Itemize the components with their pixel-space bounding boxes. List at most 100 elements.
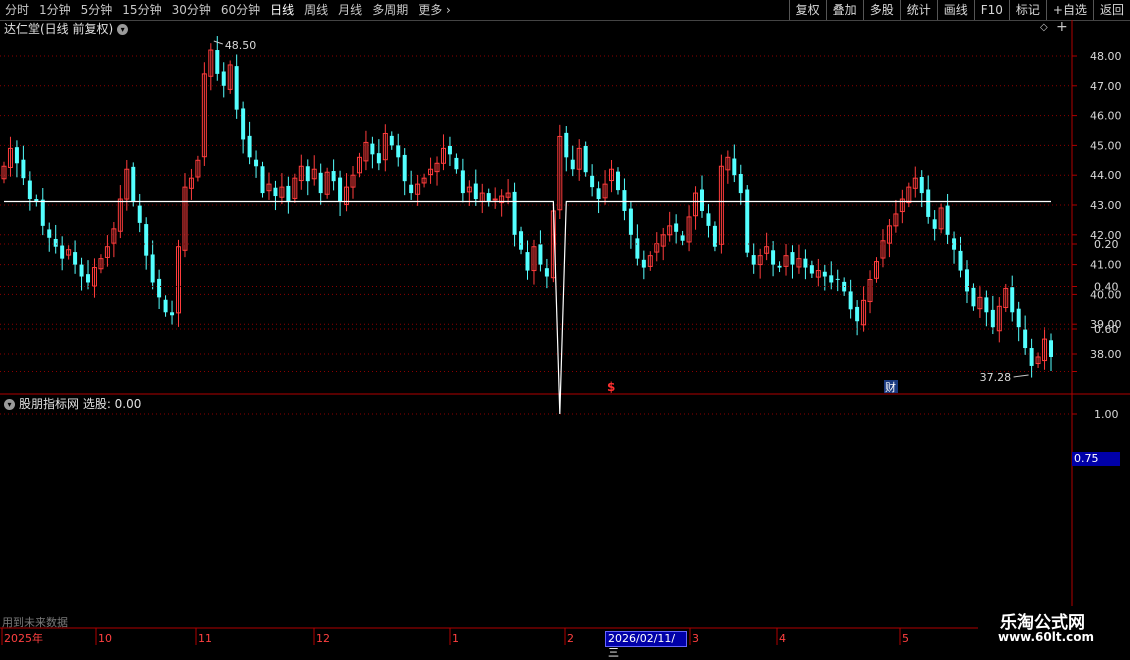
side-strip [1120, 22, 1130, 392]
x-tick-label: 1 [452, 632, 459, 645]
candle-body [234, 66, 239, 110]
candle-body [409, 184, 414, 194]
candle-body [150, 254, 155, 283]
diamond-icon[interactable]: ◇ [1040, 22, 1048, 33]
candle-body [137, 205, 142, 223]
candle-body [926, 189, 931, 217]
candle-body [47, 229, 52, 238]
x-tick-label: 5 [902, 632, 909, 645]
candle-body [486, 193, 491, 203]
main-chart-title: 达仁堂(日线 前复权) ▾ [4, 21, 129, 37]
x-tick-label: 4 [779, 632, 786, 645]
candle-body [473, 183, 478, 200]
watermark: 乐淘公式网 www.60lt.com [978, 606, 1130, 650]
candle-body [170, 312, 175, 316]
candle-body [771, 250, 776, 265]
candle-body [590, 175, 595, 188]
candle-body [241, 108, 246, 140]
candle-body [247, 135, 252, 158]
stock-title: 达仁堂(日线 前复权) [4, 22, 114, 36]
candle-body [492, 198, 498, 201]
low-arrow [1013, 374, 1029, 378]
chart-canvas[interactable]: 38.0039.0040.0041.0042.0043.0044.0045.00… [0, 0, 1130, 650]
candle-body [583, 145, 588, 173]
candle-body [596, 188, 601, 200]
candle-body [305, 166, 310, 182]
candle-body [990, 309, 995, 328]
candle-body [338, 177, 343, 203]
candle-body [157, 278, 162, 298]
main-y-tick-label: 44.00 [1090, 169, 1122, 182]
candle-body [286, 185, 291, 203]
candle-body [260, 166, 265, 194]
candle-body [971, 287, 976, 307]
candle-body [1016, 308, 1021, 328]
finance-marker: 财 [885, 380, 896, 394]
main-y-tick-label: 47.00 [1090, 80, 1122, 93]
watermark-url: www.60lt.com [998, 630, 1095, 644]
main-y-tick-label: 43.00 [1090, 199, 1122, 212]
plus-icon[interactable]: + [1056, 19, 1068, 35]
candle-body [706, 213, 711, 226]
candle-body [163, 299, 168, 313]
candle-body [641, 259, 646, 268]
candle-body [376, 153, 381, 164]
candle-body [538, 244, 543, 265]
candle-body [1010, 287, 1015, 313]
indicator-title: 股朋指标网 选股: 0.00 [19, 397, 142, 411]
candle-body [1023, 329, 1028, 349]
candle-body [221, 71, 226, 86]
candle-body [932, 219, 937, 229]
candle-body [370, 143, 375, 155]
future-data-note: 用到未来数据 [2, 616, 68, 629]
candle-body [835, 278, 840, 280]
main-y-tick-label: 41.00 [1090, 259, 1122, 272]
x-tick-label: 3 [692, 632, 699, 645]
candle-body [984, 297, 989, 313]
candle-body [1029, 348, 1034, 366]
sub-y-tick-label: 0.60 [1094, 323, 1119, 336]
chevron-down-icon[interactable]: ▾ [4, 399, 15, 410]
candle-body [86, 274, 91, 283]
low-label: 37.28 [980, 371, 1012, 384]
candle-body [958, 250, 963, 271]
candle-body [525, 252, 530, 271]
x-tick-label: 12 [316, 632, 330, 645]
candle-body [512, 191, 517, 235]
candle-body [460, 170, 465, 194]
candle-body [564, 132, 569, 158]
chevron-down-icon[interactable]: ▾ [117, 24, 129, 35]
candle-body [803, 258, 808, 268]
candle-body [60, 245, 65, 259]
candle-body [700, 189, 704, 211]
candle-body [14, 147, 19, 164]
candle-body [777, 265, 782, 268]
candle-body [73, 252, 78, 265]
candle-body [919, 176, 924, 194]
sub-chart-title: ▾ 股朋指标网 选股: 0.00 [4, 397, 141, 411]
candle-body [40, 199, 45, 226]
high-label: 48.50 [225, 39, 257, 52]
candle-body [389, 135, 394, 146]
candle-body [215, 50, 220, 74]
sub-y-tick-label: 0.20 [1094, 238, 1119, 251]
x-tick-label: 11 [198, 632, 212, 645]
candle-body [519, 231, 524, 250]
main-y-tick-label: 45.00 [1090, 139, 1122, 152]
candle-body [751, 255, 756, 265]
dollar-marker: $ [607, 380, 615, 394]
candle-body [848, 291, 853, 310]
candle-body [454, 157, 459, 170]
candle-body [79, 264, 84, 277]
candle-body [144, 224, 149, 256]
candle-body [402, 154, 407, 182]
x-tick-label: 10 [98, 632, 112, 645]
candle-body [254, 159, 259, 167]
candle-body [628, 208, 633, 235]
x-tick-label: 2 [567, 632, 574, 645]
candle-body [273, 187, 278, 197]
candle-body [829, 275, 834, 283]
sub-y-tick-label: 1.00 [1094, 408, 1119, 421]
crosshair-date-label: 2026/02/11/三 [605, 631, 687, 659]
candle-body [635, 238, 640, 259]
